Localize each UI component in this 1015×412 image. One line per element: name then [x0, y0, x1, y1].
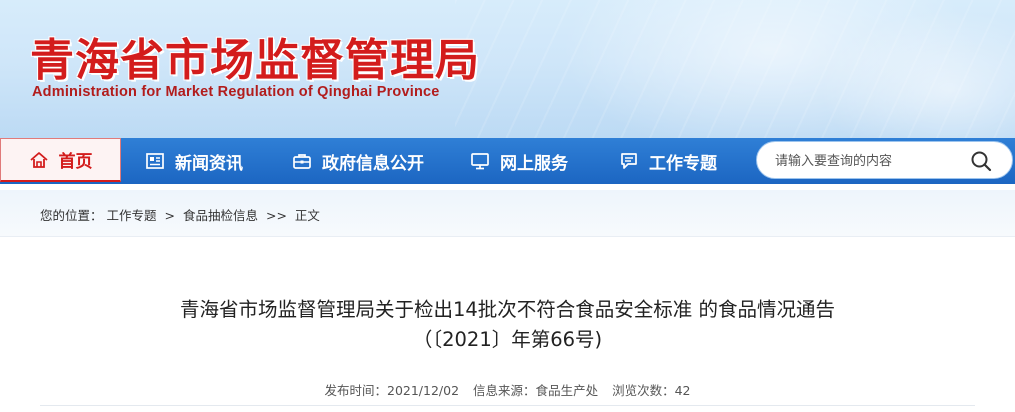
monitor-icon	[471, 153, 489, 170]
divider	[0, 236, 1015, 237]
article-meta: 发布时间：2021/12/02 信息来源：食品生产处 浏览次数：42	[0, 380, 1015, 399]
article-title-line1: 青海省市场监督管理局关于检出14批次不符合食品安全标准 的食品情况通告	[179, 298, 835, 321]
source-label: 信息来源：	[473, 383, 536, 398]
nav-home-label: 首页	[58, 152, 93, 172]
breadcrumb: 您的位置： 工作专题 > 食品抽检信息 >> 正文	[40, 205, 324, 224]
header-banner: 青海省市场监督管理局 Administration for Market Reg…	[0, 0, 1015, 138]
source-value: 食品生产处	[535, 383, 599, 398]
nav-item-work-topics[interactable]: 工作专题	[619, 138, 717, 184]
breadcrumb-separator: >	[164, 208, 175, 223]
breadcrumb-current: 正文	[294, 208, 320, 223]
search-input[interactable]	[773, 150, 967, 172]
home-icon	[29, 151, 48, 168]
nav-item-news[interactable]: 新闻资讯	[145, 138, 243, 184]
site-logo-title[interactable]: 青海省市场监督管理局	[30, 24, 480, 88]
article-title-line2: （〔2021〕年第66号)	[412, 328, 603, 351]
search-icon[interactable]	[970, 150, 992, 172]
banner-pattern	[455, 0, 1015, 138]
newspaper-icon	[146, 153, 164, 169]
breadcrumb-bar: 您的位置： 工作专题 > 食品抽检信息 >> 正文	[0, 190, 1015, 236]
nav-item-online-service[interactable]: 网上服务	[470, 138, 568, 184]
search-box	[756, 141, 1013, 179]
breadcrumb-separator: >>	[265, 208, 287, 223]
views-count: 42	[674, 383, 691, 398]
nav-online-service-label: 网上服务	[500, 153, 568, 174]
briefcase-icon	[293, 154, 311, 169]
divider	[40, 405, 975, 406]
chat-icon	[621, 153, 637, 169]
article-title: 青海省市场监督管理局关于检出14批次不符合食品安全标准 的食品情况通告 （〔20…	[0, 295, 1015, 355]
breadcrumb-link-work-topics[interactable]: 工作专题	[107, 208, 157, 223]
nav-news-label: 新闻资讯	[175, 153, 243, 174]
nav-item-home[interactable]: 首页	[0, 138, 121, 182]
nav-gov-info-label: 政府信息公开	[322, 153, 424, 174]
site-logo-subtitle: Administration for Market Regulation of …	[32, 84, 440, 100]
nav-work-topics-label: 工作专题	[649, 153, 717, 174]
views-label: 浏览次数：	[612, 383, 675, 398]
main-nav: 首页 新闻资讯 政府信息公开 网上服务 工作专题 请输入要查询的内容	[0, 138, 1015, 184]
publish-date: 2021/12/02	[387, 383, 460, 398]
breadcrumb-prefix: 您的位置：	[40, 208, 103, 223]
breadcrumb-link-food-inspection[interactable]: 食品抽检信息	[183, 208, 258, 223]
nav-item-gov-info[interactable]: 政府信息公开	[292, 138, 424, 184]
publish-label: 发布时间：	[324, 383, 387, 398]
